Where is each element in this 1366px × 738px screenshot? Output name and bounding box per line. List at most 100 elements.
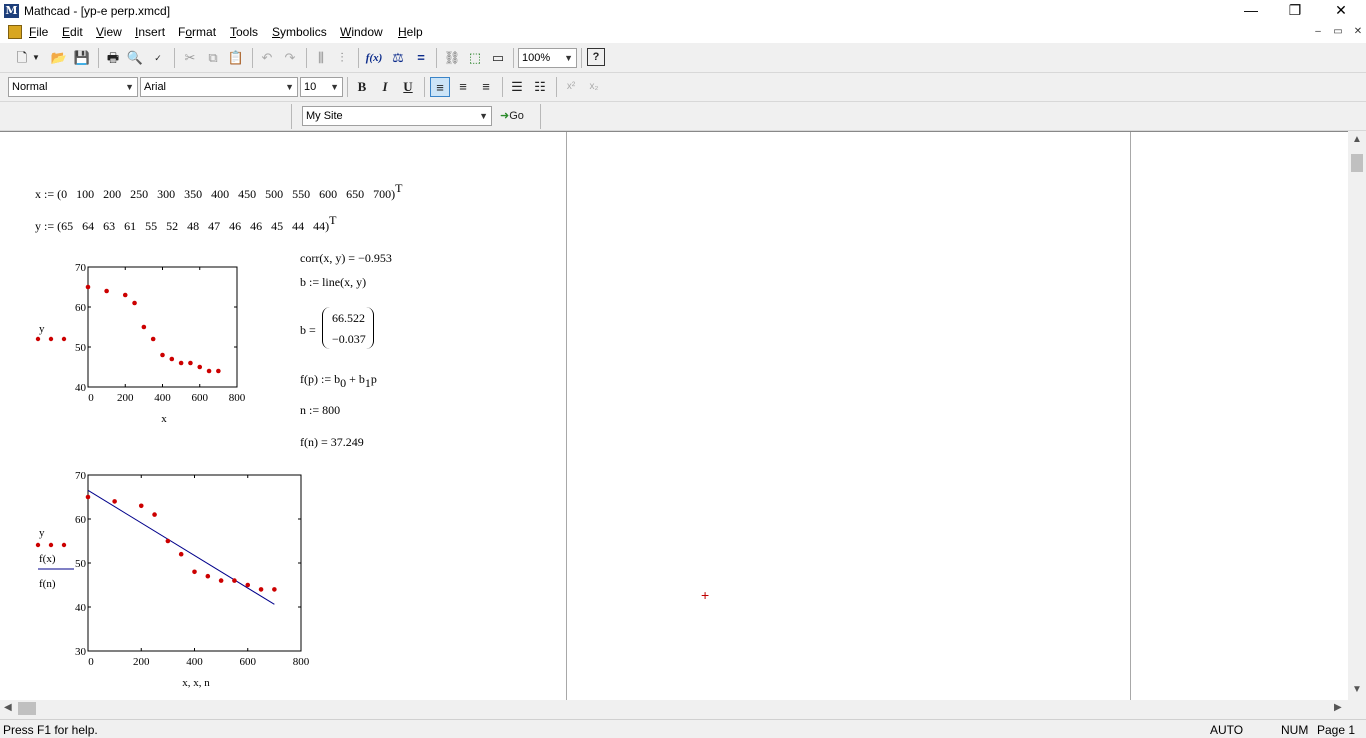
underline-button[interactable]: U: [398, 77, 418, 97]
y-axis-label: y: [39, 323, 45, 335]
horizontal-scroll-thumb[interactable]: [18, 702, 36, 715]
menu-tools[interactable]: Tools: [230, 25, 258, 39]
font-size-select[interactable]: 10 ▼: [300, 77, 343, 97]
horizontal-scrollbar[interactable]: ◀ ▶: [0, 700, 1348, 717]
undo-icon[interactable]: ↶: [257, 48, 277, 68]
go-arrow-icon: ➜: [500, 110, 510, 122]
fn-result[interactable]: f(n) = 37.249: [300, 435, 364, 450]
align-left-icon[interactable]: ≡: [430, 77, 450, 97]
vertical-scroll-thumb[interactable]: [1351, 154, 1363, 172]
x-axis-label: x: [161, 413, 167, 425]
minimize-button[interactable]: —: [1228, 0, 1274, 22]
insert-component-icon[interactable]: ⬚: [465, 48, 485, 68]
italic-button[interactable]: I: [375, 77, 395, 97]
x-axis-label: x, x, n: [182, 677, 210, 689]
menu-help[interactable]: Help: [398, 25, 423, 39]
new-document-icon[interactable]: 🗋: [12, 48, 32, 68]
b-definition[interactable]: b := line(x, y): [300, 275, 366, 290]
chevron-down-icon: ▼: [125, 82, 134, 92]
insert-unit-icon[interactable]: ⚖: [388, 48, 408, 68]
legend-dot: [61, 542, 67, 548]
data-point: [122, 292, 128, 298]
align-down-icon[interactable]: ⫶: [332, 48, 352, 68]
print-preview-icon[interactable]: 🔍: [125, 48, 145, 68]
toolbar-separator: [513, 48, 514, 68]
maximize-button[interactable]: ❐: [1272, 0, 1318, 22]
spell-check-icon[interactable]: ✓: [148, 48, 168, 68]
menu-window[interactable]: Window: [340, 25, 383, 39]
calculate-icon[interactable]: =: [411, 48, 431, 68]
bullet-list-icon[interactable]: ☰: [507, 77, 527, 97]
help-icon[interactable]: ?: [587, 48, 605, 66]
worksheet-area[interactable]: x := (0 100 200 250 300 350 400 450 500 …: [0, 131, 1348, 701]
x-tick-label: 600: [192, 392, 209, 404]
data-point: [104, 288, 109, 294]
menu-edit[interactable]: Edit: [62, 25, 83, 39]
zoom-select[interactable]: 100% ▼: [518, 48, 577, 68]
close-button[interactable]: ✕: [1318, 0, 1364, 22]
data-point: [138, 503, 144, 509]
x-tick-label: 400: [154, 392, 171, 404]
corr-result[interactable]: corr(x, y) = −0.953: [300, 251, 392, 266]
doc-restore-button[interactable]: ▭: [1330, 26, 1346, 40]
status-auto: AUTO: [1210, 723, 1244, 737]
site-select[interactable]: My Site ▼: [302, 106, 492, 126]
legend-dot: [48, 542, 54, 548]
formatting-toolbar: Normal ▼ Arial ▼ 10 ▼ B I U ≡ ≡ ≡ ☰ ☷ x² x₂: [0, 73, 1366, 102]
f-definition[interactable]: f(p) := b0 + b1p: [300, 372, 377, 390]
data-point: [160, 352, 165, 358]
b-result-matrix[interactable]: 66.522 −0.037: [322, 307, 376, 349]
data-point: [188, 360, 193, 366]
align-right-icon[interactable]: ≡: [476, 77, 496, 97]
document-icon[interactable]: [8, 25, 22, 39]
menu-insert[interactable]: Insert: [135, 25, 165, 39]
new-dropdown-icon[interactable]: ▼: [30, 48, 42, 68]
matrix-right-paren: [366, 307, 374, 349]
superscript-button[interactable]: x²: [561, 77, 581, 97]
scroll-up-icon[interactable]: ▲: [1352, 134, 1362, 145]
scroll-left-icon[interactable]: ◀: [4, 702, 12, 713]
y-definition[interactable]: y := (65 64 63 61 55 52 48 47 46 46 45 4…: [35, 213, 336, 234]
scroll-right-icon[interactable]: ▶: [1334, 702, 1342, 713]
scroll-down-icon[interactable]: ▼: [1352, 684, 1362, 695]
x-tick-label: 0: [88, 392, 94, 404]
doc-minimize-button[interactable]: –: [1310, 26, 1326, 40]
open-icon[interactable]: 📂: [49, 48, 69, 68]
cut-icon[interactable]: ✂: [180, 48, 200, 68]
align-across-icon[interactable]: ⫼: [311, 48, 331, 68]
print-icon[interactable]: 🖶: [103, 48, 123, 68]
copy-icon[interactable]: ⧉: [203, 48, 223, 68]
data-point: [150, 336, 156, 342]
numbered-list-icon[interactable]: ☷: [530, 77, 550, 97]
doc-close-button[interactable]: ✕: [1350, 26, 1366, 40]
font-select[interactable]: Arial ▼: [140, 77, 298, 97]
menu-symbolics[interactable]: Symbolics: [272, 25, 327, 39]
align-center-icon[interactable]: ≡: [453, 77, 473, 97]
resource-center-icon[interactable]: ▭: [488, 48, 508, 68]
menu-file[interactable]: File: [29, 25, 48, 39]
toolbar-separator: [291, 104, 292, 129]
insert-function-icon[interactable]: f(x): [364, 48, 384, 68]
save-icon[interactable]: 💾: [72, 48, 92, 68]
scatter-plot-2[interactable]: 0 200 400 600 800 30 40 50 60 70 x, x, n y f(x) f…: [30, 464, 330, 694]
x-tick-label: 800: [229, 392, 246, 404]
menu-format[interactable]: Format: [178, 25, 216, 39]
bold-button[interactable]: B: [352, 77, 372, 97]
menu-view[interactable]: View: [96, 25, 122, 39]
paste-icon[interactable]: 📋: [226, 48, 246, 68]
redo-icon[interactable]: ↷: [280, 48, 300, 68]
x-definition[interactable]: x := (0 100 200 250 300 350 400 450 500 …: [35, 181, 402, 202]
page-break-line: [1130, 132, 1131, 701]
scatter-plot-1[interactable]: 0 200 400 600 800 40 50 60 70 x y: [30, 257, 260, 427]
status-page: Page 1: [1317, 723, 1356, 737]
legend-dot: [35, 542, 41, 548]
b-result-label[interactable]: b =: [300, 323, 316, 338]
n-definition[interactable]: n := 800: [300, 403, 340, 418]
standard-toolbar: 🗋 ▼ 📂 💾 🖶 🔍 ✓ ✂ ⧉ 📋 ↶ ↷ ⫼ ⫶ f(x) ⚖ = ⛓ ⬚…: [0, 44, 1366, 73]
vertical-scrollbar[interactable]: ▲ ▼: [1348, 131, 1366, 700]
style-select[interactable]: Normal ▼: [8, 77, 138, 97]
go-button[interactable]: ➜Go: [500, 106, 534, 126]
y-axis-label-fx: f(x): [39, 553, 56, 565]
insert-hyperlink-icon[interactable]: ⛓: [442, 48, 462, 68]
subscript-button[interactable]: x₂: [584, 77, 604, 97]
